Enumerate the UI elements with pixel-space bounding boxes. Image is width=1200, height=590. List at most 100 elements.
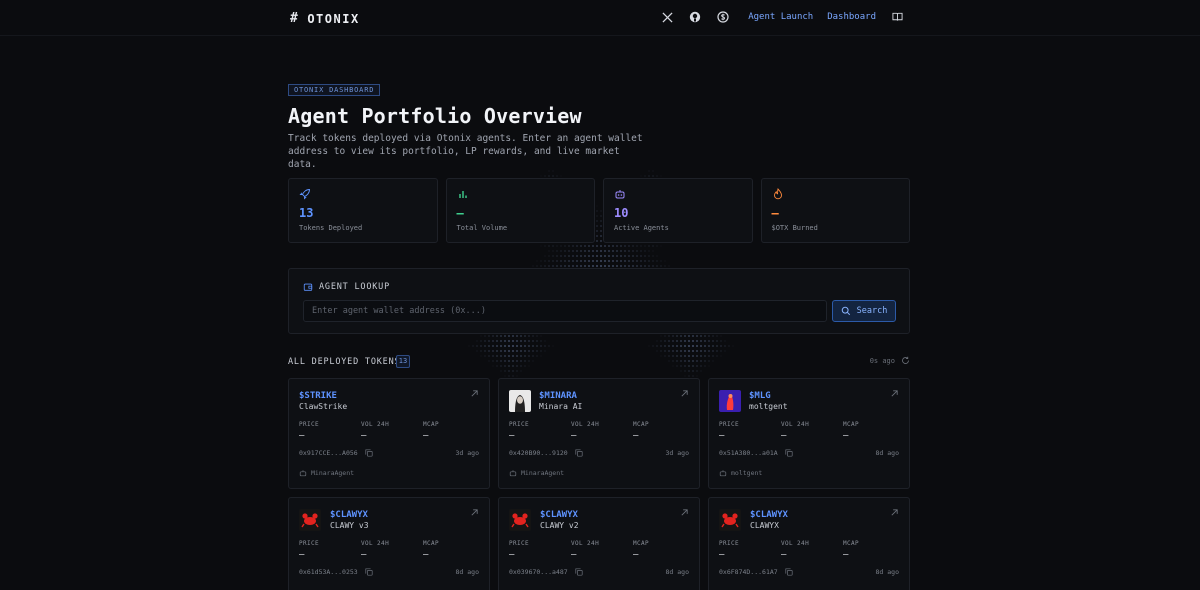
token-card[interactable]: $CLAWYX CLAWY v2 PRICE — VOL 24H — MCAP —0x0396…	[498, 497, 700, 590]
metric-label: PRICE	[719, 540, 740, 547]
metric-value: —	[633, 431, 639, 441]
metric-value: —	[571, 431, 577, 441]
metric-mcap: MCAP —	[423, 540, 479, 560]
refresh-icon[interactable]	[901, 356, 910, 365]
metric-label: PRICE	[509, 540, 530, 547]
github-icon[interactable]	[688, 10, 702, 24]
token-metrics: PRICE — VOL 24H — MCAP —	[509, 540, 689, 560]
copy-icon[interactable]	[365, 568, 373, 576]
agent-lookup-panel: AGENT LOOKUP Search	[288, 268, 910, 334]
page-title: Agent Portfolio Overview	[288, 104, 582, 128]
metric-value: —	[781, 431, 787, 441]
token-agent-name: moltgent	[731, 469, 763, 477]
x-icon[interactable]	[660, 10, 674, 24]
token-ticker[interactable]: $CLAWYX	[330, 510, 368, 520]
brand-logo[interactable]: # OTONIX	[290, 11, 360, 26]
copy-icon[interactable]	[575, 449, 583, 457]
token-address: 0x420B90...9120	[509, 449, 568, 457]
token-ticker[interactable]: $STRIKE	[299, 391, 337, 401]
copy-icon[interactable]	[785, 568, 793, 576]
token-name: moltgent	[749, 402, 788, 411]
token-address: 0x039670...a487	[509, 568, 568, 576]
copy-icon[interactable]	[575, 568, 583, 576]
nav-link-dashboard[interactable]: Dashboard	[827, 12, 876, 22]
robot-icon	[299, 470, 307, 477]
tokens-section-title: ALL DEPLOYED TOKENS	[288, 357, 401, 367]
token-metrics: PRICE — VOL 24H — MCAP —	[719, 540, 899, 560]
token-image	[509, 509, 531, 531]
metric-label: MCAP	[843, 421, 860, 428]
token-age: 8d ago	[875, 449, 899, 457]
brand-mark-icon: #	[290, 11, 300, 26]
token-address: 0x6F874D...61A7	[719, 568, 778, 576]
stat-value: 10	[614, 206, 629, 220]
copy-icon[interactable]	[365, 449, 373, 457]
token-metrics: PRICE — VOL 24H — MCAP —	[509, 421, 689, 441]
token-ticker[interactable]: $CLAWYX	[750, 510, 788, 520]
token-name: Minara AI	[539, 402, 583, 411]
metric-value: —	[633, 550, 639, 560]
token-age: 8d ago	[455, 568, 479, 576]
token-address-row: 0x039670...a487 8d ago	[509, 567, 689, 577]
token-ticker[interactable]: $MLG	[749, 391, 771, 401]
metric-value: —	[361, 550, 367, 560]
metric-price: PRICE —	[299, 421, 361, 441]
stat-card-otx-burned: — $OTX Burned	[760, 178, 910, 243]
token-ticker[interactable]: $MINARA	[539, 391, 577, 401]
token-card[interactable]: $CLAWYX CLAWYX PRICE — VOL 24H — MCAP —0x6F874D…	[708, 497, 910, 590]
metric-vol: VOL 24H —	[361, 421, 423, 441]
metric-price: PRICE —	[509, 540, 571, 560]
token-card[interactable]: $STRIKE ClawStrike PRICE — VOL 24H — MCAP —0x91…	[288, 378, 490, 489]
metric-value: —	[361, 431, 367, 441]
metric-vol: VOL 24H —	[361, 540, 423, 560]
book-icon[interactable]	[890, 10, 904, 24]
token-ticker[interactable]: $CLAWYX	[540, 510, 578, 520]
token-agent[interactable]: MinaraAgent	[299, 469, 354, 477]
last-updated: 0s ago	[869, 356, 895, 365]
external-link-icon[interactable]	[680, 389, 689, 398]
metric-value: —	[509, 431, 515, 441]
metric-label: MCAP	[843, 540, 860, 547]
search-button[interactable]: Search	[832, 300, 896, 322]
token-address-row: 0x420B90...9120 3d ago	[509, 448, 689, 458]
nav-actions: Agent Launch Dashboard	[660, 10, 904, 24]
dashboard-badge: OTONIX DASHBOARD	[288, 84, 381, 96]
external-link-icon[interactable]	[890, 508, 899, 517]
agent-lookup-heading: AGENT LOOKUP	[303, 282, 390, 292]
token-address: 0x51A380...a01A	[719, 449, 778, 457]
token-card[interactable]: $MINARA Minara AI PRICE — VOL 24H — MCAP — 0x420…	[498, 378, 700, 489]
bar-chart-icon	[458, 191, 467, 198]
token-address-row: 0x61d53A...0253 8d ago	[299, 567, 479, 577]
metric-value: —	[781, 550, 787, 560]
token-age: 3d ago	[455, 449, 479, 457]
copy-icon[interactable]	[785, 449, 793, 457]
refresh-status: 0s ago	[870, 356, 910, 365]
nav-link-agent-launch[interactable]: Agent Launch	[748, 12, 813, 22]
metric-mcap: MCAP —	[843, 540, 899, 560]
token-metrics: PRICE — VOL 24H — MCAP —	[719, 421, 899, 441]
agent-lookup-title: AGENT LOOKUP	[319, 282, 391, 292]
token-agent-name: MinaraAgent	[521, 469, 565, 477]
metric-value: —	[423, 550, 429, 560]
dollar-icon[interactable]	[716, 10, 730, 24]
tokens-count-badge: 13	[396, 355, 410, 368]
stat-label: Total Volume	[456, 224, 508, 232]
token-agent[interactable]: moltgent	[719, 469, 762, 477]
robot-icon	[509, 470, 517, 477]
external-link-icon[interactable]	[890, 389, 899, 398]
token-address-row: 0x6F874D...61A7 8d ago	[719, 567, 899, 577]
metric-value: —	[299, 550, 305, 560]
external-link-icon[interactable]	[470, 389, 479, 398]
metric-vol: VOL 24H —	[781, 421, 843, 441]
token-card[interactable]: $CLAWYX CLAWY v3 PRICE — VOL 24H — MCAP —0x61d5…	[288, 497, 490, 590]
metric-label: VOL 24H	[571, 540, 600, 547]
external-link-icon[interactable]	[470, 508, 479, 517]
stats-row: 13 Tokens Deployed — Total Volume 10 Act…	[288, 178, 910, 243]
agent-wallet-input[interactable]	[303, 300, 827, 322]
token-agent[interactable]: MinaraAgent	[509, 469, 564, 477]
token-card[interactable]: $MLG moltgent PRICE — VOL 24H — MCAP —0x51A380.…	[708, 378, 910, 489]
stat-card-tokens-deployed: 13 Tokens Deployed	[288, 178, 438, 243]
metric-label: PRICE	[719, 421, 740, 428]
stat-label: $OTX Burned	[771, 224, 818, 232]
external-link-icon[interactable]	[680, 508, 689, 517]
